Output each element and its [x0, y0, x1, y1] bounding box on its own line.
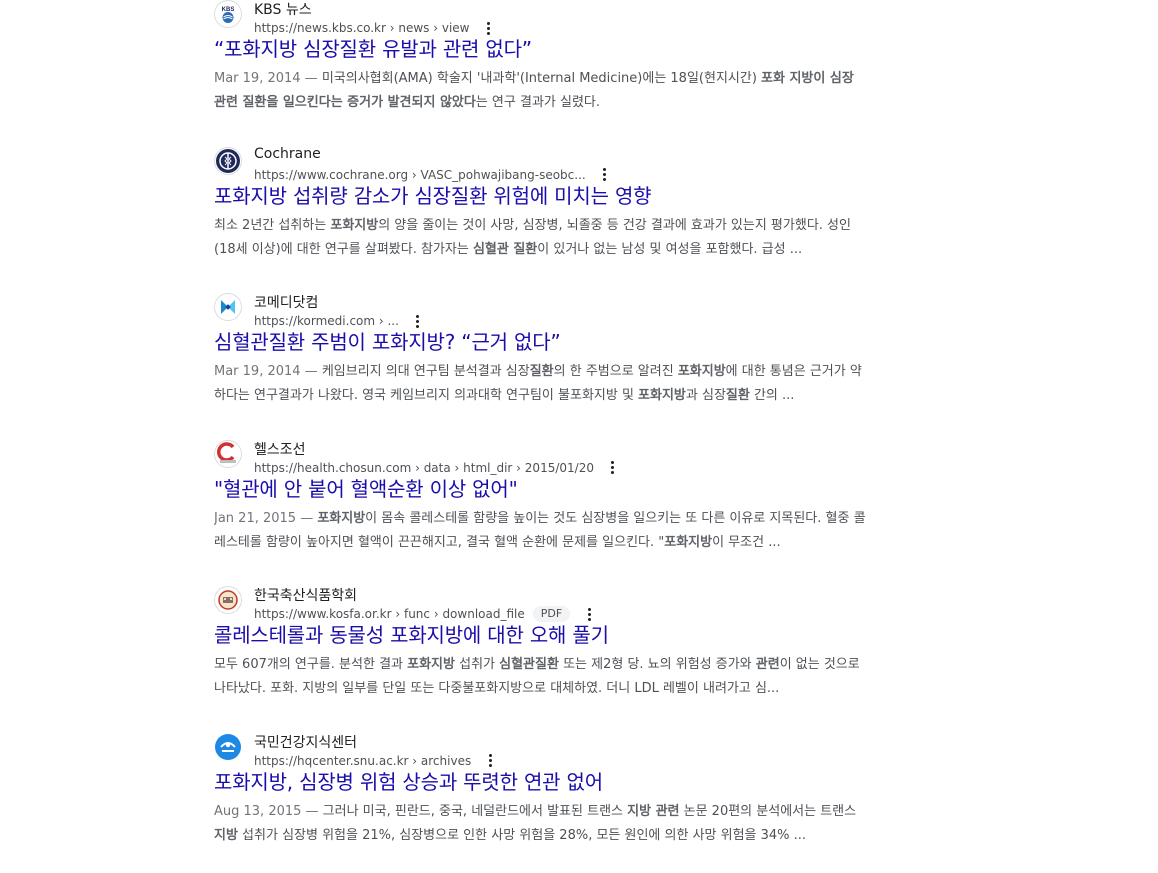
result-url: https://www.kosfa.or.kr › func › downloa…: [254, 607, 525, 621]
kbs-logo-icon: KBS: [214, 0, 242, 28]
snippet-highlight: 질환: [530, 364, 554, 379]
snippet-text: 최소 2년간 섭취하는: [214, 218, 330, 233]
snippet-highlight: 포화지방: [317, 511, 365, 526]
search-result: 헬스조선 https://health.chosun.com › data › …: [214, 434, 866, 581]
result-date: Aug 13, 2015 —: [214, 804, 323, 819]
result-url: https://kormedi.com › ...: [254, 314, 399, 328]
snippet-text: 과 심장: [686, 388, 726, 403]
snippet-text: 간의 ...: [750, 388, 795, 403]
result-url: https://www.cochrane.org › VASC_pohwajib…: [254, 168, 586, 182]
snippet-highlight: 지방: [214, 828, 238, 843]
result-url: https://health.chosun.com › data › html_…: [254, 461, 594, 475]
search-result: Cochrane https://www.cochrane.org › VASC…: [214, 141, 866, 288]
snippet-text: 케임브리지 의대 연구팀 분석결과 심장: [322, 364, 530, 379]
more-options-icon[interactable]: [409, 312, 427, 330]
search-result: 국민건강지식센터 https://hqcenter.snu.ac.kr › ar…: [214, 727, 866, 873]
snippet-text: 는 연구 결과가 실렸다.: [476, 95, 600, 110]
snippet-text: 섭취가 심장병 위험을 21%, 심장병으로 인한 사망 위험을 28%, 모든…: [238, 828, 806, 843]
snippet-highlight: 심혈관 질환: [473, 242, 537, 257]
result-url: https://hqcenter.snu.ac.kr › archives: [254, 754, 471, 768]
site-name: Cochrane: [254, 146, 321, 162]
result-title-link[interactable]: “포화지방 심장질환 유발과 관련 없다”: [214, 36, 866, 62]
snippet-highlight: 지방 관련: [627, 804, 679, 819]
result-source[interactable]: 코메디닷컴 https://kormedi.com › ...: [214, 287, 866, 325]
snippet-text: 또는 제2형 당. 뇨의 위험성 증가와: [559, 657, 756, 672]
snippet-highlight: 심혈관질환: [499, 657, 559, 672]
result-title-link[interactable]: 심혈관질환 주범이 포화지방? “근거 없다”: [214, 329, 866, 355]
hqcenter-logo-icon: [214, 733, 242, 761]
more-options-icon[interactable]: [479, 19, 497, 37]
more-options-icon[interactable]: [481, 752, 499, 770]
result-source[interactable]: 헬스조선 https://health.chosun.com › data › …: [214, 434, 866, 472]
snippet-highlight: 관련: [756, 657, 780, 672]
snippet-highlight: 포화지방: [407, 657, 455, 672]
snippet-text: 미국의사협회(AMA) 학술지 '내과학'(Internal Medicine)…: [322, 71, 761, 86]
site-name: KBS 뉴스: [254, 0, 312, 19]
snippet-text: 의 한 주범으로 알려진: [554, 364, 678, 379]
result-snippet: Aug 13, 2015 — 그러나 미국, 핀란드, 중국, 네덜란드에서 발…: [214, 800, 866, 848]
snippet-highlight: 질환: [726, 388, 750, 403]
result-date: Mar 19, 2014 —: [214, 364, 322, 379]
site-name: 한국축산식품학회: [254, 585, 357, 605]
result-title-link[interactable]: "혈관에 안 붙어 혈액순환 이상 없어": [214, 476, 866, 502]
site-name: 국민건강지식센터: [254, 732, 357, 752]
site-name: 헬스조선: [254, 439, 306, 459]
snippet-highlight: 포화지방: [664, 535, 712, 550]
result-snippet: Jan 21, 2015 — 포화지방이 몸속 콜레스테롤 함량을 높이는 것도…: [214, 507, 866, 555]
kormedi-logo-icon: [214, 293, 242, 321]
more-options-icon[interactable]: [596, 166, 614, 184]
result-source[interactable]: 한국축산식품학회 https://www.kosfa.or.kr › func …: [214, 580, 866, 618]
snippet-text: 모두 607개의 연구를. 분석한 결과: [214, 657, 407, 672]
result-source[interactable]: Cochrane https://www.cochrane.org › VASC…: [214, 141, 866, 179]
search-result: 코메디닷컴 https://kormedi.com › ... 심혈관질환 주범…: [214, 287, 866, 434]
result-date: Mar 19, 2014 —: [214, 71, 322, 86]
cochrane-logo-icon: [214, 147, 242, 175]
result-title-link[interactable]: 포화지방, 심장병 위험 상승과 뚜렷한 연관 없어: [214, 769, 866, 795]
result-date: Jan 21, 2015 —: [214, 511, 317, 526]
pdf-badge: PDF: [533, 606, 570, 622]
result-source[interactable]: 국민건강지식센터 https://hqcenter.snu.ac.kr › ar…: [214, 727, 866, 765]
snippet-text: 섭취가: [455, 657, 499, 672]
snippet-text: 이 무조건 ...: [712, 535, 781, 550]
result-title-link[interactable]: 포화지방 섭취량 감소가 심장질환 위험에 미치는 영향: [214, 183, 866, 209]
more-options-icon[interactable]: [580, 605, 598, 623]
site-name: 코메디닷컴: [254, 292, 318, 312]
snippet-text: 이 있거나 없는 남성 및 여성을 포함했다. 급성 ...: [537, 242, 802, 257]
health-chosun-logo-icon: [214, 440, 242, 468]
result-source[interactable]: KBS KBS 뉴스 https://news.kbs.co.kr › news…: [214, 0, 866, 32]
kosfa-logo-icon: [214, 586, 242, 614]
snippet-highlight: 포화지방: [678, 364, 726, 379]
more-options-icon[interactable]: [604, 459, 622, 477]
result-snippet: 모두 607개의 연구를. 분석한 결과 포화지방 섭취가 심혈관질환 또는 제…: [214, 653, 866, 701]
result-snippet: 최소 2년간 섭취하는 포화지방의 양을 줄이는 것이 사망, 심장병, 뇌졸중…: [214, 214, 866, 262]
search-result: 한국축산식품학회 https://www.kosfa.or.kr › func …: [214, 580, 866, 727]
snippet-text: 논문 20편의 분석에서는 트랜스: [680, 804, 857, 819]
result-snippet: Mar 19, 2014 — 미국의사협회(AMA) 학술지 '내과학'(Int…: [214, 67, 866, 115]
search-results: KBS KBS 뉴스 https://news.kbs.co.kr › news…: [214, 0, 866, 873]
snippet-text: 그러나 미국, 핀란드, 중국, 네덜란드에서 발표된 트랜스: [323, 804, 627, 819]
snippet-highlight: 포화지방: [330, 218, 378, 233]
result-snippet: Mar 19, 2014 — 케임브리지 의대 연구팀 분석결과 심장질환의 한…: [214, 360, 866, 408]
result-title-link[interactable]: 콜레스테롤과 동물성 포화지방에 대한 오해 풀기: [214, 622, 866, 648]
result-url: https://news.kbs.co.kr › news › view: [254, 21, 469, 35]
snippet-highlight: 포화지방: [638, 388, 686, 403]
search-result: KBS KBS 뉴스 https://news.kbs.co.kr › news…: [214, 0, 866, 141]
